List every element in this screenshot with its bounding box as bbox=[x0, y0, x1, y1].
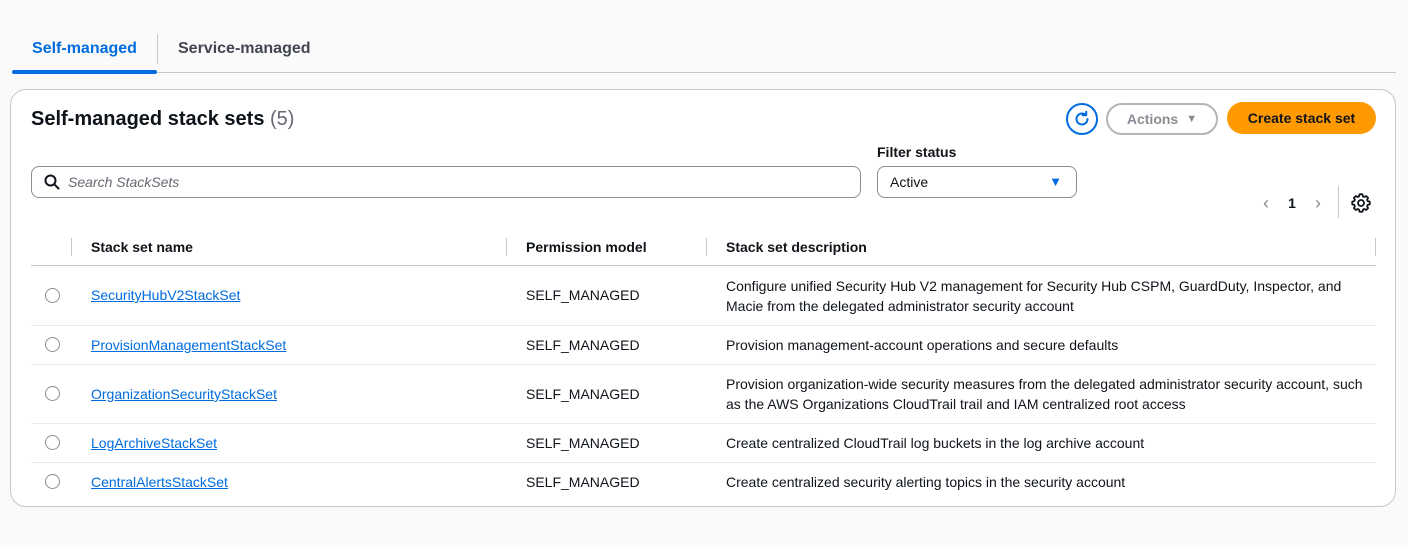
stack-set-description: Configure unified Security Hub V2 manage… bbox=[726, 278, 1342, 314]
row-radio[interactable] bbox=[45, 337, 60, 352]
table-row[interactable]: ProvisionManagementStackSet SELF_MANAGED… bbox=[31, 326, 1376, 365]
column-header-name[interactable]: Stack set name bbox=[91, 230, 193, 264]
stack-set-name-link[interactable]: CentralAlertsStackSet bbox=[91, 474, 228, 490]
table-row[interactable]: SecurityHubV2StackSet SELF_MANAGED Confi… bbox=[31, 266, 1376, 326]
column-divider[interactable] bbox=[706, 238, 707, 256]
stack-set-description: Provision management-account operations … bbox=[726, 337, 1119, 353]
stack-set-name-link[interactable]: SecurityHubV2StackSet bbox=[91, 287, 240, 303]
permission-model: SELF_MANAGED bbox=[526, 474, 640, 490]
pagination-divider bbox=[1338, 186, 1339, 218]
chevron-left-icon[interactable]: ‹ bbox=[1255, 193, 1277, 214]
search-icon bbox=[44, 174, 60, 190]
table-row[interactable]: OrganizationSecurityStackSet SELF_MANAGE… bbox=[31, 365, 1376, 424]
create-stack-set-button[interactable]: Create stack set bbox=[1227, 102, 1376, 134]
caret-down-icon: ▼ bbox=[1049, 174, 1062, 189]
permission-model: SELF_MANAGED bbox=[526, 386, 640, 402]
filter-status-value: Active bbox=[890, 174, 929, 190]
permission-model: SELF_MANAGED bbox=[526, 287, 640, 303]
tab-self-managed[interactable]: Self-managed bbox=[12, 28, 157, 74]
refresh-button[interactable] bbox=[1066, 103, 1098, 135]
refresh-icon bbox=[1075, 110, 1089, 126]
preferences-button[interactable] bbox=[1349, 191, 1373, 215]
panel-title-text: Self-managed stack sets bbox=[31, 108, 265, 130]
settings-icon bbox=[1351, 193, 1371, 213]
actions-button[interactable]: Actions ▼ bbox=[1106, 103, 1218, 135]
page-number[interactable]: 1 bbox=[1277, 195, 1307, 211]
column-divider[interactable] bbox=[506, 238, 507, 256]
column-header-description[interactable]: Stack set description bbox=[726, 230, 867, 264]
permission-model: SELF_MANAGED bbox=[526, 435, 640, 451]
search-input[interactable] bbox=[68, 174, 860, 190]
column-divider[interactable] bbox=[1375, 238, 1376, 256]
filter-status-select[interactable]: Active ▼ bbox=[877, 166, 1077, 198]
pagination: ‹ 1 › bbox=[1255, 190, 1329, 216]
row-radio[interactable] bbox=[45, 288, 60, 303]
row-radio[interactable] bbox=[45, 386, 60, 401]
stack-set-name-link[interactable]: ProvisionManagementStackSet bbox=[91, 337, 286, 353]
table-row[interactable]: LogArchiveStackSet SELF_MANAGED Create c… bbox=[31, 424, 1376, 463]
stack-set-name-link[interactable]: LogArchiveStackSet bbox=[91, 435, 217, 451]
row-radio[interactable] bbox=[45, 474, 60, 489]
actions-label: Actions bbox=[1126, 111, 1179, 127]
panel-title: Self-managed stack sets (5) bbox=[31, 106, 294, 132]
row-radio[interactable] bbox=[45, 435, 60, 450]
tab-divider bbox=[157, 34, 158, 64]
tab-bar: Self-managed Service-managed bbox=[12, 28, 1396, 74]
column-divider bbox=[71, 238, 72, 256]
panel-title-count: (5) bbox=[270, 108, 295, 130]
stack-set-description: Create centralized security alerting top… bbox=[726, 474, 1126, 490]
permission-model: SELF_MANAGED bbox=[526, 337, 640, 353]
stack-set-name-link[interactable]: OrganizationSecurityStackSet bbox=[91, 386, 277, 402]
stack-sets-panel: Self-managed stack sets (5) Actions ▼ Cr… bbox=[10, 89, 1396, 507]
tab-service-managed[interactable]: Service-managed bbox=[178, 28, 311, 72]
stack-set-description: Create centralized CloudTrail log bucket… bbox=[726, 435, 1145, 451]
caret-down-icon: ▼ bbox=[1186, 113, 1198, 125]
search-field[interactable] bbox=[31, 166, 861, 198]
chevron-right-icon[interactable]: › bbox=[1307, 193, 1329, 214]
column-header-permission[interactable]: Permission model bbox=[526, 230, 647, 264]
table-row[interactable]: CentralAlertsStackSet SELF_MANAGED Creat… bbox=[31, 463, 1376, 502]
table-header: Stack set name Permission model Stack se… bbox=[31, 230, 1376, 266]
stack-set-description: Provision organization-wide security mea… bbox=[726, 376, 1363, 412]
filter-status-label: Filter status bbox=[877, 144, 957, 160]
